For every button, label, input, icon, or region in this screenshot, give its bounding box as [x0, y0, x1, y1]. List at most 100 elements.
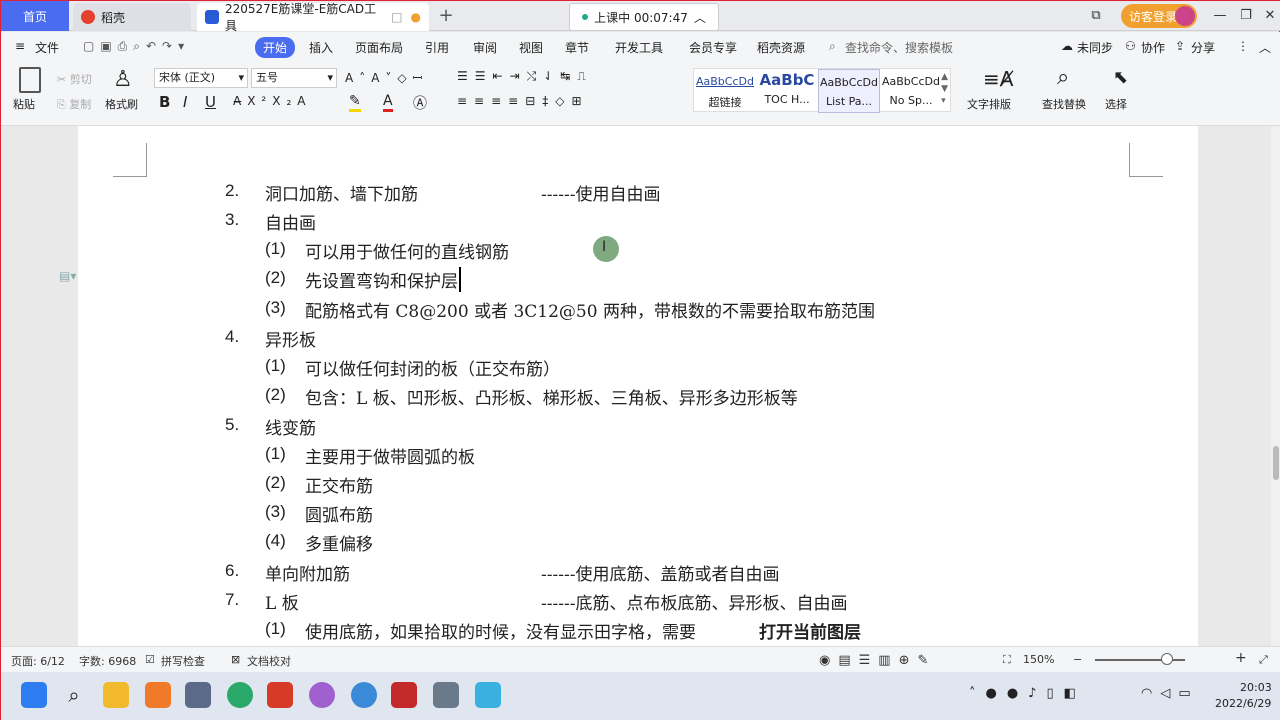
list-item-text[interactable]: 单向附加筋	[265, 560, 350, 585]
share-button[interactable]: 分享	[1191, 39, 1215, 56]
copy-button[interactable]: ⎘ 复制	[57, 96, 91, 112]
list-item-text[interactable]: 配筋格式有 C8@200 或者 3C12@50 两种，带根数的不需要拾取布筋范围	[305, 297, 875, 322]
list-item-text[interactable]: 圆弧布筋	[305, 501, 373, 526]
menu-dev-tools[interactable]: 开发工具	[615, 39, 663, 56]
chevron-up-icon[interactable]: ︿	[694, 9, 706, 26]
find-replace-button[interactable]: 查找替换	[1042, 96, 1086, 112]
highlight-icon[interactable]: ✎	[349, 93, 361, 112]
page-indicator[interactable]: 页面: 6/12	[11, 653, 65, 669]
hamburger-icon[interactable]: ≡	[15, 39, 25, 53]
menu-page-layout[interactable]: 页面布局	[355, 39, 403, 56]
collaborate-button[interactable]: 协作	[1141, 39, 1165, 56]
paste-button[interactable]: 粘贴	[13, 96, 35, 112]
text-layout-icon[interactable]: ≡Ⱥ	[983, 67, 1013, 91]
list-item-text[interactable]: 多重偏移	[305, 530, 373, 555]
list-item-text[interactable]: 可以用于做任何的直线钢筋	[305, 238, 509, 263]
expand-icon[interactable]: ⤢	[1259, 653, 1268, 667]
sync-status[interactable]: 未同步	[1077, 39, 1113, 56]
restore-button[interactable]: ❐	[1235, 5, 1257, 27]
list-item-text[interactable]: 洞口加筋、墙下加筋	[265, 180, 418, 205]
scrollbar-thumb[interactable]	[1273, 446, 1279, 480]
fit-page-icon[interactable]: ⛶	[1003, 653, 1011, 667]
char-border-icon[interactable]: Ⓐ	[413, 93, 427, 113]
list-item-note[interactable]: ------使用自由画	[541, 180, 660, 205]
zoom-out-button[interactable]: −	[1073, 653, 1082, 666]
new-tab-button[interactable]: +	[435, 5, 457, 27]
style-scroll-icon[interactable]: ▲ ▼ ▾	[941, 71, 948, 107]
bold-icon[interactable]: B	[159, 93, 170, 111]
menu-view[interactable]: 视图	[519, 39, 543, 56]
menu-review[interactable]: 审阅	[473, 39, 497, 56]
menu-references[interactable]: 引用	[425, 39, 449, 56]
menu-file[interactable]: 文件	[35, 39, 59, 56]
class-timer[interactable]: 上课中 00:07:47 ︿	[569, 3, 719, 31]
style-hyperlink[interactable]: AaBbCcDd 超链接	[694, 69, 756, 113]
chevron-up-icon[interactable]: ︿	[1259, 39, 1271, 56]
app-icon[interactable]	[351, 682, 377, 708]
app-icon[interactable]	[433, 682, 459, 708]
layout-icon[interactable]: ⧉	[1085, 5, 1107, 27]
text-layout-button[interactable]: 文字排版	[967, 96, 1011, 112]
clock-date[interactable]: 2022/6/29	[1215, 697, 1271, 710]
font-color-icon[interactable]: A	[383, 93, 393, 112]
menu-insert[interactable]: 插入	[309, 39, 333, 56]
list-item-text[interactable]: 包含：L 板、凹形板、凸形板、梯形板、三角板、异形多边形板等	[305, 384, 798, 409]
list-item-text[interactable]: 异形板	[265, 326, 316, 351]
list-item-text[interactable]: 线变筋	[265, 414, 316, 439]
paste-icon[interactable]	[19, 67, 41, 93]
font-grow-shrink-icons[interactable]: A˄A˅◇ꟷ	[345, 69, 428, 86]
paragraph-nav-icon[interactable]: ▤▾	[59, 269, 76, 283]
magnifier-icon[interactable]: ⌕	[1057, 65, 1069, 90]
search-icon[interactable]: ⌕	[61, 682, 87, 708]
tab-home[interactable]: 首页	[1, 1, 69, 31]
zoom-level[interactable]: 150%	[1023, 653, 1054, 666]
more-icon[interactable]: ⋮	[1237, 39, 1249, 53]
underline-icon[interactable]: U	[205, 93, 216, 111]
style-toc-heading[interactable]: AaBbC TOC H...	[756, 69, 818, 113]
view-mode-icons[interactable]: ◉▤☰▥⊕✎	[819, 653, 936, 668]
app-icon[interactable]	[309, 682, 335, 708]
proofread-button[interactable]: 文档校对	[247, 653, 291, 669]
spell-check-button[interactable]: 拼写检查	[161, 653, 205, 669]
file-explorer-icon[interactable]	[103, 682, 129, 708]
list-item-note[interactable]: ------底筋、点布板底筋、异形板、自由画	[541, 589, 847, 614]
list-item-text[interactable]: 正交布筋	[305, 472, 373, 497]
list-icons[interactable]: ☰☰⇤⇥⤭⇃↹⎍	[457, 69, 593, 84]
wps-icon[interactable]	[267, 682, 293, 708]
zoom-in-button[interactable]: +	[1235, 650, 1247, 666]
cut-button[interactable]: ✂ 剪切	[57, 71, 92, 87]
close-button[interactable]: ✕	[1259, 5, 1280, 27]
calculator-icon[interactable]	[185, 682, 211, 708]
format-painter-button[interactable]: 格式刷	[105, 96, 138, 112]
format-painter-icon[interactable]: ♙	[113, 67, 133, 92]
font-select[interactable]: 宋体 (正文) ▾	[154, 68, 248, 88]
list-item-text[interactable]: 使用底筋，如果拾取的时候，没有显示田字格，需要	[305, 618, 696, 643]
select-button[interactable]: 选择	[1105, 96, 1127, 112]
text-format-icons[interactable]: A̶X²X₂A	[233, 94, 311, 108]
style-list-paragraph[interactable]: AaBbCcDd List Pa...	[818, 69, 880, 113]
search-icon[interactable]: ⌕	[829, 39, 836, 54]
align-icons[interactable]: ≡≡≡≡⊟‡◇⊞	[457, 94, 589, 108]
windows-start-icon[interactable]	[21, 682, 47, 708]
app-icon[interactable]	[227, 682, 253, 708]
minimize-button[interactable]: —	[1209, 5, 1231, 27]
list-item-text[interactable]: 可以做任何封闭的板（正交布筋）	[305, 355, 560, 380]
autocad-icon[interactable]	[391, 682, 417, 708]
menu-chapter[interactable]: 章节	[565, 39, 589, 56]
list-item-text[interactable]: L 板	[265, 589, 299, 614]
menu-daoke-resources[interactable]: 稻壳资源	[757, 39, 805, 56]
app-icon[interactable]	[475, 682, 501, 708]
menu-start[interactable]: 开始	[255, 37, 296, 58]
cursor-select-icon[interactable]: ⬉	[1113, 67, 1128, 88]
tab-pin-icon[interactable]: □	[391, 10, 402, 24]
list-item-text[interactable]: 主要用于做带圆弧的板	[305, 443, 475, 468]
list-item-text[interactable]: 自由画	[265, 209, 316, 234]
system-icons[interactable]: ◠◁▭	[1141, 686, 1199, 701]
list-item-bold-text[interactable]: 打开当前图层	[759, 618, 861, 643]
app-icon[interactable]	[145, 682, 171, 708]
command-search[interactable]: 查找命令、搜索模板	[845, 39, 953, 56]
quick-access-icons[interactable]: ▢▣⎙⌕↶↷▾	[83, 39, 190, 54]
vertical-scrollbar[interactable]	[1271, 126, 1280, 646]
menu-member[interactable]: 会员专享	[689, 39, 737, 56]
tab-daoke[interactable]: 稻壳	[73, 3, 191, 31]
